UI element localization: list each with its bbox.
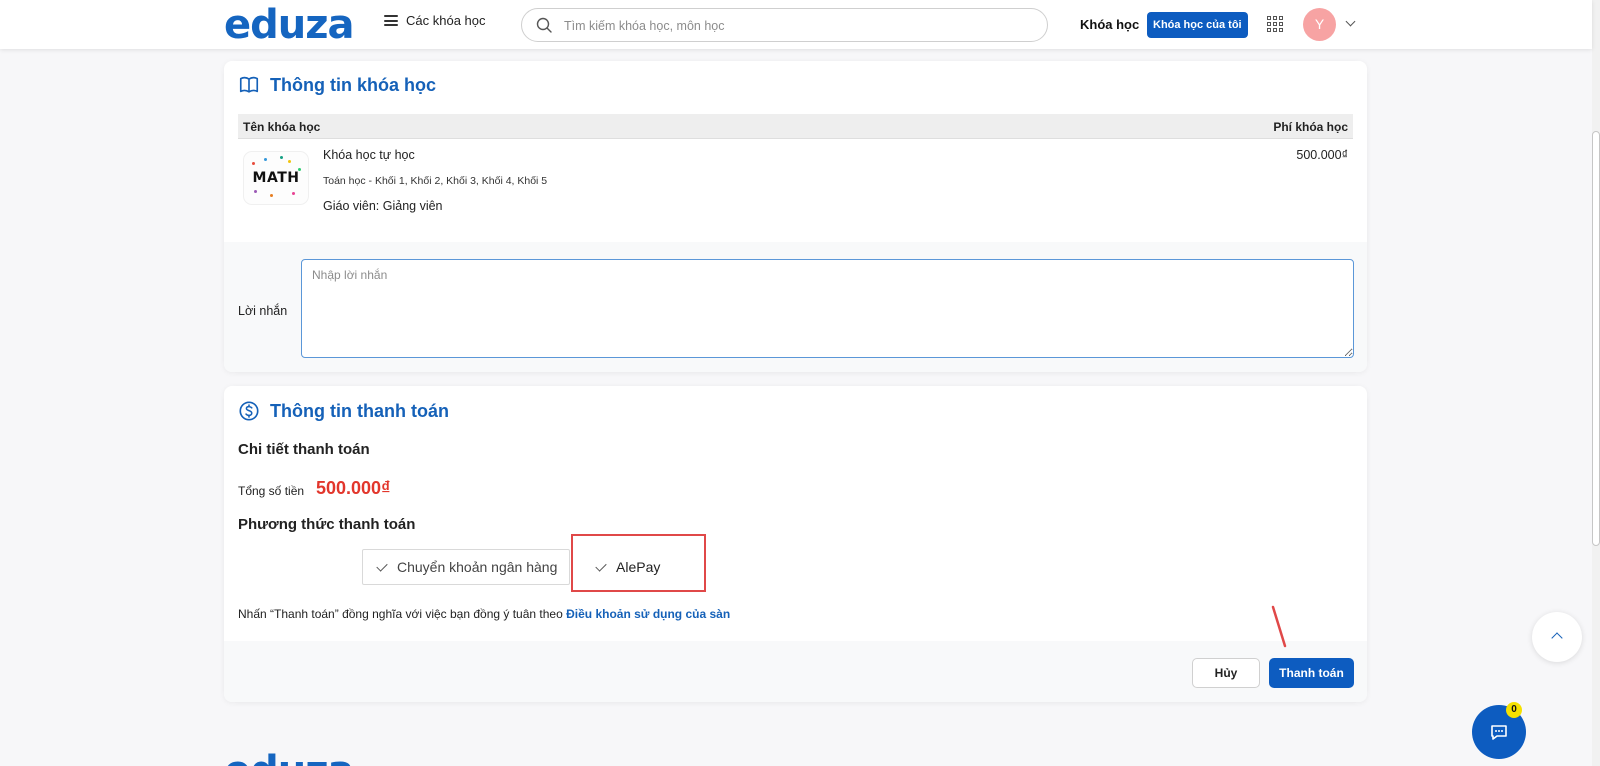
course-name: Khóa học tự học — [323, 148, 415, 162]
payment-method-heading: Phương thức thanh toán — [238, 516, 416, 533]
payment-info-title: Thông tin thanh toán — [238, 400, 449, 422]
book-icon — [239, 76, 259, 93]
payment-actions: Hủy Thanh toán — [224, 641, 1367, 702]
terms-prefix: Nhấn “Thanh toán” đồng nghĩa với việc bạ… — [238, 607, 567, 621]
chevron-up-icon — [1551, 632, 1563, 644]
my-courses-button[interactable]: Khóa học của tôi — [1147, 12, 1248, 38]
math-thumbnail-text: MATH — [252, 170, 300, 186]
method-bank-transfer[interactable]: Chuyển khoản ngân hàng — [362, 549, 570, 585]
course-info-card: Thông tin khóa học Tên khóa học Phí khóa… — [224, 61, 1367, 372]
col-course-name: Tên khóa học — [243, 120, 321, 134]
nav-courses-link[interactable]: Khóa học — [1080, 17, 1139, 32]
alepay-highlight-box — [571, 534, 706, 592]
table-row: MATH Khóa học tự học Toán học - Khối 1, … — [238, 140, 1353, 240]
course-table-header: Tên khóa học Phí khóa học — [238, 114, 1353, 139]
search-box[interactable] — [521, 8, 1048, 42]
chevron-down-icon[interactable] — [1345, 16, 1356, 27]
grid-icon[interactable] — [1267, 16, 1283, 32]
course-info-title-text: Thông tin khóa học — [270, 74, 436, 95]
hamburger-icon — [384, 15, 398, 26]
chat-badge: 0 — [1506, 702, 1522, 718]
search-icon — [536, 17, 552, 33]
pay-button[interactable]: Thanh toán — [1269, 658, 1354, 688]
courses-menu-button[interactable]: Các khóa học — [384, 13, 486, 28]
payment-detail-heading: Chi tiết thanh toán — [238, 441, 370, 458]
footer-logo[interactable]: eduza — [224, 748, 355, 766]
method-bank-label: Chuyển khoản ngân hàng — [397, 559, 558, 575]
message-label: Lời nhắn — [238, 304, 288, 318]
course-info-title: Thông tin khóa học — [238, 74, 436, 96]
user-avatar[interactable]: Y — [1303, 8, 1336, 41]
course-teacher: Giáo viên: Giảng viên — [323, 199, 443, 213]
course-thumbnail: MATH — [244, 152, 308, 204]
top-header: eduza Các khóa học Khóa học Khóa học của… — [0, 0, 1592, 49]
chat-icon — [1491, 725, 1507, 740]
payment-info-title-text: Thông tin thanh toán — [270, 400, 449, 421]
terms-notice: Nhấn “Thanh toán” đồng nghĩa với việc bạ… — [238, 607, 730, 621]
dollar-circle-icon — [239, 401, 259, 421]
scroll-to-top-button[interactable] — [1532, 612, 1582, 662]
eduza-logo[interactable]: eduza — [224, 2, 355, 48]
col-course-fee: Phí khóa học — [1273, 120, 1348, 134]
message-section: Lời nhắn — [224, 242, 1367, 372]
search-input[interactable] — [564, 16, 1024, 36]
check-icon — [376, 559, 388, 572]
cancel-button[interactable]: Hủy — [1192, 658, 1260, 688]
payment-info-card: Thông tin thanh toán Chi tiết thanh toán… — [224, 386, 1367, 702]
total-label: Tổng số tiền — [238, 484, 305, 498]
total-amount: 500.000₫ — [316, 478, 391, 498]
terms-link[interactable]: Điều khoản sử dụng của sàn — [566, 607, 730, 621]
course-subject: Toán học - Khối 1, Khối 2, Khối 3, Khối … — [323, 175, 548, 187]
message-textarea[interactable] — [301, 259, 1354, 358]
courses-menu-label: Các khóa học — [406, 13, 486, 28]
course-price: 500.000₫ — [1296, 148, 1348, 162]
page-scrollbar-thumb[interactable] — [1592, 131, 1600, 546]
